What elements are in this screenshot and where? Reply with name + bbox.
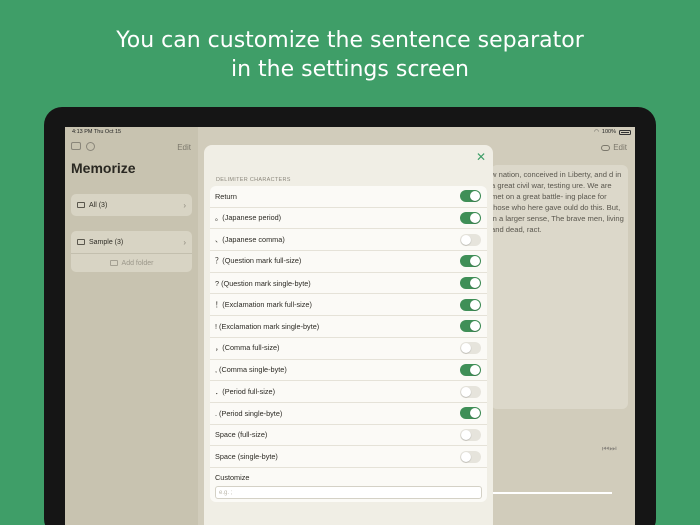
delimiter-label: ! (Exclamation mark single-byte) (215, 321, 320, 331)
delimiter-label: , (Comma single-byte) (215, 365, 287, 375)
delimiter-row: ! (Exclamation mark single-byte) (210, 316, 487, 338)
add-folder-label: Add folder (121, 259, 154, 267)
delimiter-row: Space (single-byte) (210, 446, 487, 468)
delimiter-row: , (Comma single-byte) (210, 360, 487, 382)
delimiter-toggle[interactable] (460, 363, 481, 376)
delimiter-label: ．(Period full-size) (215, 386, 276, 396)
delimiter-label: ？(Question mark full-size) (215, 256, 302, 266)
promo-headline: You can customize the sentence separator… (0, 26, 700, 84)
playback-controls-icon[interactable]: ⏮ ⏭ (602, 444, 617, 454)
headline-line-2: in the settings screen (230, 57, 469, 82)
folder-all[interactable]: All (3) › (71, 194, 192, 216)
settings-modal: ✕ DELIMITER CHARACTERS Return 。(Japanese… (204, 145, 493, 525)
speed-slider-track[interactable] (490, 492, 612, 494)
document-text-card: w nation, conceived in Liberty, and d in… (491, 165, 628, 409)
delimiter-row: ！(Exclamation mark full-size) (210, 294, 487, 317)
delimiter-row: 、(Japanese comma) (210, 229, 487, 252)
status-time: 4:13 PM Thu Oct 15 (72, 129, 122, 135)
folder-icon (77, 239, 85, 245)
customize-label: Customize (215, 472, 250, 482)
status-bar: 4:13 PM Thu Oct 15 ◠ 100% (65, 127, 635, 137)
battery-icon (619, 129, 631, 135)
sidebar: Edit Memorize All (3) › Sample (3) › Add… (65, 127, 198, 525)
delimiter-toggle[interactable] (460, 212, 481, 225)
close-icon[interactable]: ✕ (475, 151, 487, 163)
delimiter-toggle[interactable] (460, 407, 481, 420)
delimiter-toggle[interactable] (460, 385, 481, 398)
delimiter-label: Space (single-byte) (215, 452, 278, 462)
delimiter-toggle[interactable] (460, 428, 481, 441)
delimiter-row: ．(Period full-size) (210, 381, 487, 403)
delimiter-toggle[interactable] (460, 342, 481, 355)
play-circle-icon[interactable] (86, 142, 95, 151)
delimiter-toggle[interactable] (460, 255, 481, 268)
delimiter-label: 。(Japanese period) (215, 213, 282, 223)
section-title: DELIMITER CHARACTERS (216, 177, 291, 183)
delimiter-toggle[interactable] (460, 190, 481, 203)
delimiter-row: Return (210, 186, 487, 208)
customize-input[interactable]: e.g. ; (215, 485, 482, 499)
delimiter-row: Space (full-size) (210, 425, 487, 447)
delimiter-label: Return (215, 191, 237, 201)
delimiter-toggle[interactable] (460, 450, 481, 463)
delimiter-toggle[interactable] (460, 320, 481, 333)
delimiter-label: ，(Comma full-size) (215, 343, 280, 353)
delimiter-row: ? (Question mark single-byte) (210, 273, 487, 295)
delimiter-toggle[interactable] (460, 298, 481, 311)
sidebar-title: Memorize (71, 160, 136, 176)
folder-icon (77, 202, 85, 208)
delimiter-label: 、(Japanese comma) (215, 234, 285, 244)
delimiter-toggle[interactable] (460, 233, 481, 246)
delimiter-toggle[interactable] (460, 277, 481, 290)
main-edit-label: Edit (613, 143, 627, 152)
status-battery: ◠ 100% (594, 129, 631, 135)
delimiter-row: ？(Question mark full-size) (210, 251, 487, 273)
chevron-right-icon: › (183, 237, 186, 247)
add-folder-button[interactable]: Add folder (71, 253, 192, 272)
folder-label: All (3) (89, 201, 108, 209)
folder-plus-icon (109, 260, 118, 266)
customize-row: Customize e.g. ; (210, 468, 487, 502)
delimiter-row: . (Period single-byte) (210, 403, 487, 425)
delimiter-label: ? (Question mark single-byte) (215, 278, 311, 288)
main-edit-button[interactable]: Edit (601, 143, 627, 152)
cloud-icon (601, 144, 611, 151)
chevron-right-icon: › (183, 200, 186, 210)
document-text: w nation, conceived in Liberty, and d in… (491, 170, 624, 234)
headline-line-1: You can customize the sentence separator (116, 28, 584, 53)
delimiter-row: 。(Japanese period) (210, 208, 487, 230)
tablet-screen: Edit Memorize All (3) › Sample (3) › Add… (65, 127, 635, 525)
wifi-icon: ◠ (594, 129, 599, 135)
folder-sample[interactable]: Sample (3) › (71, 231, 192, 253)
delimiter-list: Return 。(Japanese period) 、(Japanese com… (210, 186, 487, 502)
sidebar-toggle-icon[interactable] (71, 142, 81, 150)
delimiter-label: ！(Exclamation mark full-size) (215, 299, 312, 309)
battery-percent: 100% (601, 129, 616, 135)
delimiter-label: . (Period single-byte) (215, 408, 283, 418)
sidebar-edit-button[interactable]: Edit (177, 143, 191, 152)
delimiter-row: ，(Comma full-size) (210, 338, 487, 360)
delimiter-label: Space (full-size) (215, 430, 268, 440)
folder-label: Sample (3) (89, 238, 124, 246)
sidebar-toolbar (71, 142, 95, 151)
